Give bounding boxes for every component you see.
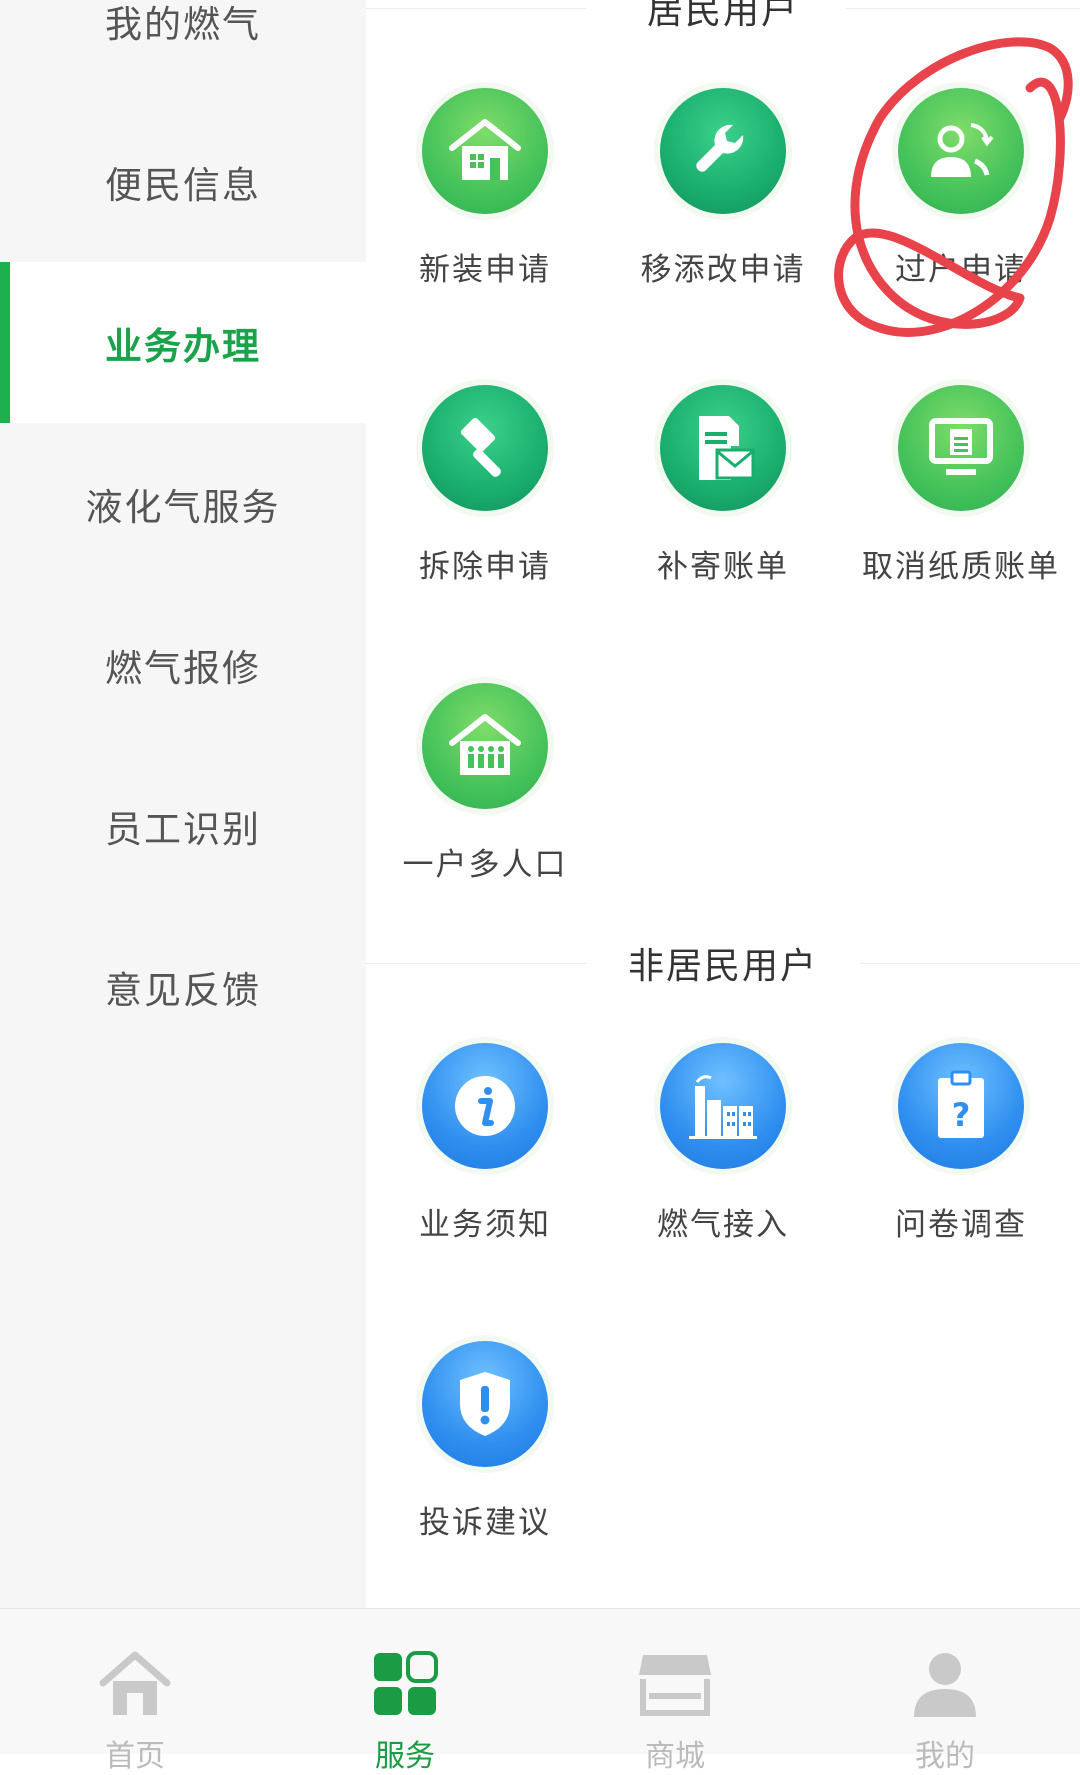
- service-new-install[interactable]: 新装申请: [366, 88, 604, 338]
- service-complaint[interactable]: 投诉建议: [366, 1341, 604, 1591]
- active-indicator: [0, 262, 10, 423]
- sidebar-item-label: 便民信息: [105, 163, 261, 207]
- service-multi-person[interactable]: 一户多人口: [366, 683, 604, 933]
- nav-label: 商城: [645, 1739, 705, 1774]
- service-removal[interactable]: 拆除申请: [366, 385, 604, 635]
- nav-service[interactable]: 服务: [270, 1609, 540, 1774]
- section-title-text: 居民用户: [606, 0, 839, 34]
- service-survey[interactable]: ? 问卷调查: [842, 1043, 1080, 1293]
- service-transfer[interactable]: 过户申请: [842, 88, 1080, 338]
- service-label: 过户申请: [895, 252, 1027, 288]
- service-label: 拆除申请: [419, 549, 551, 585]
- sidebar: 我的燃气 便民信息 业务办理 液化气服务 燃气报修 员工识别 意见反馈: [0, 0, 366, 1608]
- nav-label: 服务: [375, 1739, 435, 1774]
- service-label: 取消纸质账单: [862, 549, 1060, 585]
- sidebar-item-label: 液化气服务: [85, 485, 281, 529]
- sidebar-item-my-gas[interactable]: 我的燃气: [0, 0, 366, 101]
- sidebar-item-label: 业务办理: [105, 324, 261, 368]
- sidebar-item-staff[interactable]: 员工识别: [0, 745, 366, 906]
- sidebar-item-lpg[interactable]: 液化气服务: [0, 423, 366, 584]
- shield-alert-icon: [422, 1341, 548, 1467]
- service-label: 补寄账单: [657, 549, 789, 585]
- info-icon: [422, 1043, 548, 1169]
- home-icon: [95, 1649, 175, 1719]
- grid-icon: [365, 1649, 445, 1719]
- section-title-resident: 居民用户: [366, 0, 1080, 38]
- service-cancel-paper-bill[interactable]: 取消纸质账单: [842, 385, 1080, 635]
- sidebar-item-label: 我的燃气: [105, 2, 261, 46]
- service-resend-bill[interactable]: 补寄账单: [604, 385, 842, 635]
- svg-text:?: ?: [952, 1096, 971, 1134]
- nav-label: 首页: [105, 1739, 165, 1774]
- sidebar-item-business[interactable]: 业务办理: [0, 262, 366, 423]
- nav-store[interactable]: 商城: [540, 1609, 810, 1774]
- service-business-notice[interactable]: 业务须知: [366, 1043, 604, 1293]
- clipboard-question-icon: ?: [898, 1043, 1024, 1169]
- sidebar-item-label: 燃气报修: [105, 646, 261, 690]
- sidebar-item-repair[interactable]: 燃气报修: [0, 584, 366, 745]
- sidebar-item-info[interactable]: 便民信息: [0, 101, 366, 262]
- section-title-text: 非居民用户: [587, 937, 858, 989]
- main-content: 居民用户 新装申请 移添改申请 过户申请 拆除申请 补寄账单 取消纸质账单 一户…: [366, 0, 1080, 1608]
- user-transfer-icon: [898, 88, 1024, 214]
- hammer-icon: [422, 385, 548, 511]
- person-icon: [905, 1649, 985, 1719]
- nav-label: 我的: [915, 1739, 975, 1774]
- mail-document-icon: [660, 385, 786, 511]
- monitor-document-icon: [898, 385, 1024, 511]
- house-icon: [422, 88, 548, 214]
- service-label: 投诉建议: [419, 1505, 551, 1541]
- service-label: 业务须知: [419, 1207, 551, 1243]
- service-label: 燃气接入: [657, 1207, 789, 1243]
- service-label: 问卷调查: [895, 1207, 1027, 1243]
- family-house-icon: [422, 683, 548, 809]
- nav-mine[interactable]: 我的: [810, 1609, 1080, 1774]
- service-label: 一户多人口: [402, 847, 568, 883]
- sidebar-item-label: 员工识别: [105, 807, 261, 851]
- service-label: 移添改申请: [640, 252, 806, 288]
- service-gas-access[interactable]: 燃气接入: [604, 1043, 842, 1293]
- factory-icon: [660, 1043, 786, 1169]
- nav-home[interactable]: 首页: [0, 1609, 270, 1774]
- sidebar-item-label: 意见反馈: [105, 968, 261, 1012]
- wrench-icon: [660, 88, 786, 214]
- service-label: 新装申请: [419, 252, 551, 288]
- store-icon: [635, 1649, 715, 1719]
- bottom-nav: 首页 服务 商城 我的: [0, 1608, 1080, 1774]
- section-title-nonresident: 非居民用户: [366, 933, 1080, 993]
- sidebar-item-feedback[interactable]: 意见反馈: [0, 906, 366, 1067]
- service-modify[interactable]: 移添改申请: [604, 88, 842, 338]
